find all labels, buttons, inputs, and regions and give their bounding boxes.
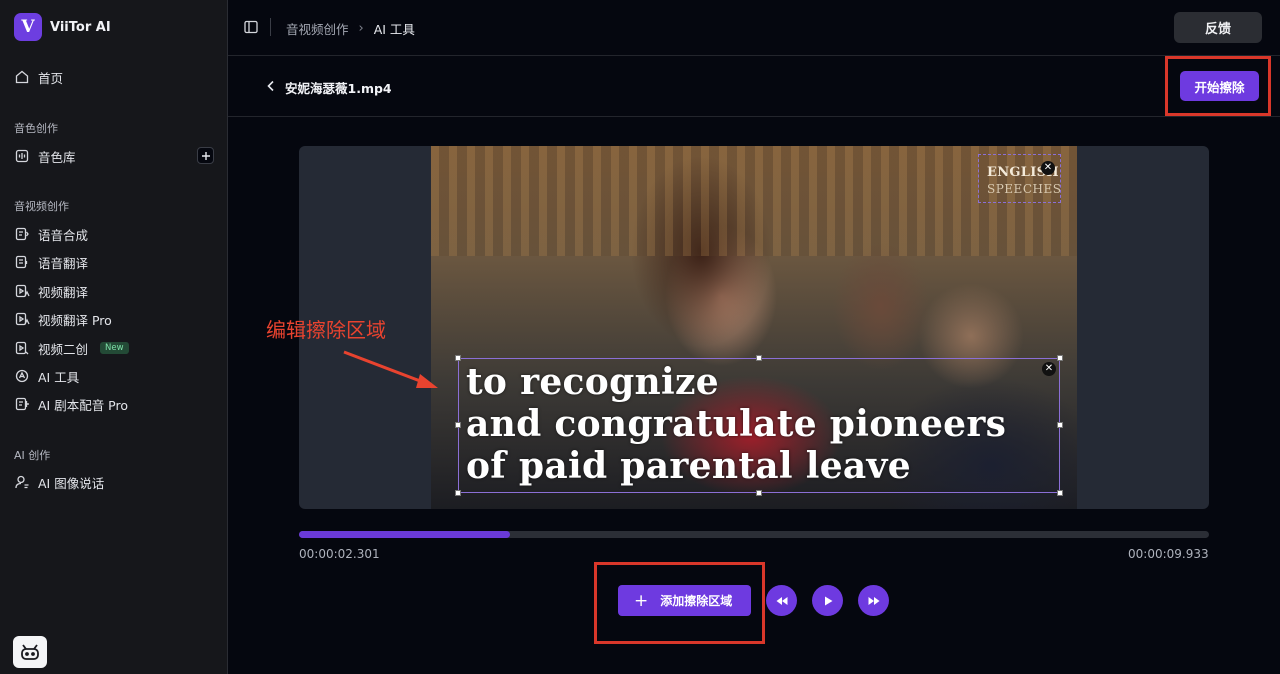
sidebar-item-label: 语音合成 [38, 227, 89, 243]
rewind-icon [776, 596, 787, 605]
home-icon [15, 70, 29, 84]
sidebar-item-label: 视频翻译 [38, 284, 89, 300]
file-bar: 安妮海瑟薇1.mp4 开始擦除 [228, 56, 1280, 117]
breadcrumb: 音视频创作 › AI 工具 [286, 19, 415, 38]
breadcrumb-item-av[interactable]: 音视频创作 [286, 19, 349, 38]
sidebar-item-tts[interactable]: 语音合成 [14, 224, 88, 244]
sidebar-item-label: 音色库 [38, 149, 76, 165]
sidebar-item-ai-tools[interactable]: AI 工具 [14, 366, 79, 386]
video-remix-icon [15, 341, 29, 355]
assistant-bot-button[interactable] [13, 636, 47, 668]
sidebar-item-label: 首页 [38, 70, 64, 86]
sidebar-item-voice-library[interactable]: 音色库 [14, 146, 76, 166]
current-time: 00:00:02.301 [299, 547, 380, 561]
resize-handle-left[interactable] [455, 422, 461, 428]
app-root: V ViiTor AI 首页 音色创作 音色库 音视频创作 语音合成 语音翻译 … [0, 0, 1280, 674]
speech-translate-icon [15, 255, 28, 269]
video-translate-icon [15, 284, 30, 298]
resize-handle-bottom[interactable] [756, 490, 762, 496]
sidebar-item-home[interactable]: 首页 [14, 67, 63, 87]
chevron-right-icon: › [358, 21, 364, 36]
file-name: 安妮海瑟薇1.mp4 [285, 81, 392, 96]
section-label-ai: AI 创作 [14, 449, 51, 462]
playback-progress-fill [299, 531, 511, 538]
resize-handle-top-left[interactable] [455, 355, 461, 361]
add-voice-button[interactable] [197, 147, 214, 164]
section-label-voice: 音色创作 [14, 122, 58, 135]
ai-script-dub-icon [15, 397, 29, 411]
fast-forward-button[interactable] [858, 585, 889, 616]
sidebar-item-label: 语音翻译 [38, 255, 89, 271]
back-arrow-icon[interactable] [264, 79, 278, 93]
ai-talking-image-icon [15, 475, 29, 489]
feedback-button[interactable]: 反馈 [1174, 12, 1262, 43]
section-label-av: 音视频创作 [14, 200, 69, 213]
total-time: 00:00:09.933 [1128, 547, 1209, 561]
annotation-highlight-start [1165, 56, 1271, 116]
sidebar-item-video-translate-pro[interactable]: 视频翻译 Pro [14, 309, 112, 329]
divider [270, 18, 271, 36]
resize-handle-top-right[interactable] [1057, 355, 1063, 361]
sidebar-item-label: AI 工具 [38, 369, 80, 385]
top-bar: 音视频创作 › AI 工具 反馈 [228, 0, 1280, 56]
play-icon [824, 596, 832, 605]
resize-handle-right[interactable] [1057, 422, 1063, 428]
playback-progress-bar[interactable] [299, 531, 1209, 538]
ai-tools-icon [15, 369, 29, 383]
breadcrumb-item-ai-tools: AI 工具 [373, 22, 415, 37]
play-button[interactable] [812, 585, 843, 616]
robot-icon [21, 644, 39, 660]
watermark-line-2: SPEECHES [987, 182, 1062, 196]
sidebar-item-video-translate[interactable]: 视频翻译 [14, 281, 88, 301]
brand-name: ViiTor AI [50, 19, 111, 35]
sidebar-item-label: AI 剧本配音 Pro [38, 397, 129, 413]
annotation-arrow-icon [343, 350, 438, 388]
tts-icon [15, 227, 29, 241]
brand[interactable]: V ViiTor AI [14, 13, 111, 41]
sidebar-item-video-remix[interactable]: 视频二创 New [14, 338, 129, 358]
remove-subtitle-region-close-icon[interactable]: ✕ [1042, 362, 1056, 376]
sidebar-item-label: 视频二创 [38, 341, 89, 357]
sidebar-item-ai-script-dub[interactable]: AI 剧本配音 Pro [14, 394, 128, 414]
resize-handle-bottom-left[interactable] [455, 490, 461, 496]
fast-forward-icon [868, 596, 879, 605]
annotation-label: 编辑擦除区域 [266, 318, 386, 342]
sidebar: V ViiTor AI 首页 音色创作 音色库 音视频创作 语音合成 语音翻译 … [0, 0, 228, 674]
sidebar-item-ai-talking-image[interactable]: AI 图像说话 [14, 472, 104, 492]
resize-handle-top[interactable] [756, 355, 762, 361]
new-badge: New [100, 342, 129, 354]
sidebar-item-speech-translate[interactable]: 语音翻译 [14, 252, 88, 272]
subtitle-erase-region[interactable] [458, 358, 1060, 493]
sidebar-item-label: AI 图像说话 [38, 475, 105, 491]
annotation-highlight-add [594, 562, 765, 644]
plus-icon [201, 151, 210, 160]
brand-logo-icon: V [14, 13, 42, 41]
resize-handle-bottom-right[interactable] [1057, 490, 1063, 496]
sidebar-toggle-icon[interactable] [243, 19, 259, 35]
video-translate-pro-icon [15, 312, 30, 326]
rewind-button[interactable] [766, 585, 797, 616]
voice-library-icon [15, 149, 29, 163]
remove-watermark-region-close-icon[interactable]: ✕ [1041, 161, 1055, 175]
sidebar-item-label: 视频翻译 Pro [38, 312, 112, 328]
